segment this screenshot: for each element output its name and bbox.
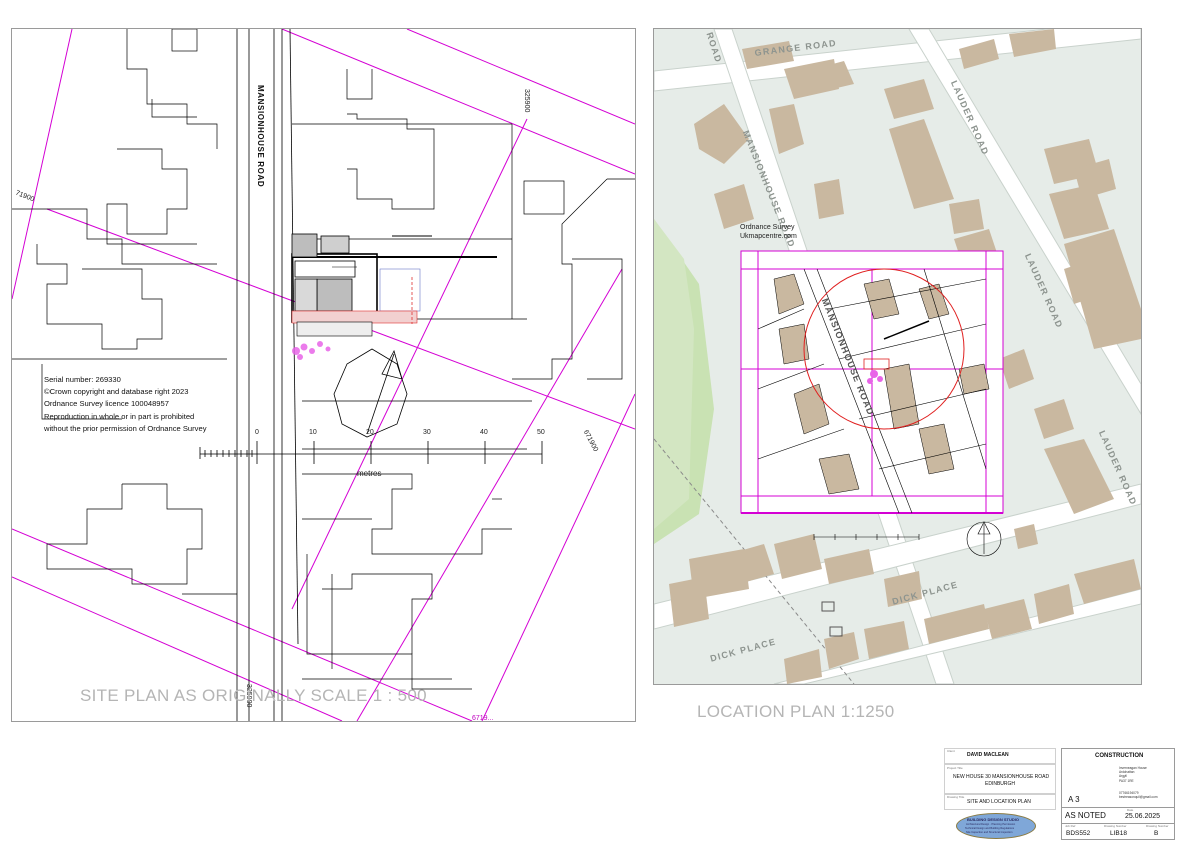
- drawing-caption: Drawing Title: [947, 795, 965, 799]
- company-logo: BUILDING DESIGN STUDIO Architectural Des…: [956, 813, 1036, 839]
- company-contact: 07766194079 bestreasonquil@gmail.com: [1119, 791, 1158, 799]
- reference-box: Job Ref BDS552 Drawing Number LIB18 Draw…: [1061, 823, 1175, 840]
- drawing-title: SITE AND LOCATION PLAN: [967, 799, 1031, 805]
- client-caption: Client: [947, 749, 955, 753]
- project-caption: Project Title: [947, 766, 963, 770]
- site-plan-panel: MANSIONHOUSE ROAD 71900 325900 671900 32…: [11, 28, 636, 722]
- job-caption: Job Ref: [1065, 824, 1076, 828]
- os-copyright-note: Serial number: 269330 ©Crown copyright a…: [44, 374, 207, 435]
- project-line-2: EDINBURGH: [985, 781, 1016, 787]
- scale-unit: metres: [357, 469, 382, 478]
- inset-site-map: [740, 250, 1004, 514]
- client-name: DAVID MACLEAN: [967, 752, 1009, 758]
- map-credit-line-1: Ordnance Survey: [740, 224, 795, 231]
- scale-bar: [199, 441, 543, 464]
- address-line-4: PA37 1RE: [1119, 778, 1134, 783]
- location-plan-panel: GRANGE ROAD ROAD LAUDER ROAD LAUDER ROAD…: [653, 28, 1142, 685]
- logo-line-4: Site Inspection and Structural Inspectio…: [966, 831, 1013, 834]
- map-credit: Ordnance Survey Ukmapcentre.com: [740, 223, 797, 241]
- scale-tick-50: 50: [537, 429, 545, 436]
- location-plan-caption: LOCATION PLAN 1:1250: [697, 702, 895, 721]
- scale-tick-0: 0: [255, 429, 259, 436]
- level-crossing-symbols: [821, 601, 843, 637]
- scale-tick-30: 30: [423, 429, 431, 436]
- crown-copyright: ©Crown copyright and database right 2023: [44, 387, 189, 397]
- drawing-date: 25.06.2025: [1125, 813, 1161, 820]
- scale-date-box: AS NOTED Date 25.06.2025: [1061, 807, 1175, 824]
- serial-number: Serial number: 269330: [44, 375, 121, 384]
- os-licence: Ordnance Survey licence 100048957: [44, 399, 169, 409]
- logo-line-2: Architectural Design · Planning Permissi…: [966, 823, 1016, 826]
- revision: B: [1154, 830, 1159, 837]
- scale-tick-10: 10: [309, 429, 317, 436]
- road-edges: [236, 29, 299, 721]
- location-plan-map: [654, 29, 1141, 684]
- status-box: CONSTRUCTION Inverneagan House Ardchatta…: [1061, 748, 1175, 808]
- grid-label-bottom-right: 6719...: [472, 715, 494, 722]
- logo-line-1: BUILDING DESIGN STUDIO: [967, 817, 1020, 822]
- job-number: BDS552: [1066, 830, 1091, 837]
- permission-note: without the prior permission of Ordnance…: [44, 423, 207, 433]
- road-label-mansionhouse: MANSIONHOUSE ROAD: [256, 85, 265, 188]
- drawing-title-box: Drawing Title SITE AND LOCATION PLAN: [944, 794, 1056, 810]
- scale-tick-40: 40: [480, 429, 488, 436]
- building-outlines: [12, 29, 635, 690]
- date-caption: Date: [1127, 808, 1134, 812]
- grid-label-top: 325900: [523, 89, 530, 113]
- paper-size: A 3: [1068, 795, 1080, 804]
- reproduction-note: Reproduction in whole or in part is proh…: [44, 411, 195, 421]
- company-address: Inverneagan House Ardchattan Argyll PA37…: [1119, 766, 1147, 783]
- project-box: Project Title NEW HOUSE 30 MANSIONHOUSE …: [944, 764, 1056, 794]
- logo-line-3: Technical Design and Building Regulation…: [965, 827, 1015, 830]
- scale-tick-20: 20: [366, 429, 374, 436]
- revision-caption: Drawing Number: [1146, 824, 1169, 828]
- tree-canopy: [292, 341, 331, 360]
- email-address: bestreasonquil@gmail.com: [1119, 795, 1158, 800]
- client-box: Client DAVID MACLEAN: [944, 748, 1056, 764]
- site-plan-caption: SITE PLAN AS ORIGINALLY SCALE 1 : 500: [80, 686, 427, 705]
- project-line-1: NEW HOUSE 30 MANSIONHOUSE ROAD: [953, 774, 1050, 780]
- drawing-number: LIB18: [1110, 830, 1127, 837]
- map-credit-line-2: Ukmapcentre.com: [740, 233, 797, 240]
- drawing-number-caption: Drawing Number: [1104, 824, 1127, 828]
- drawing-scale: AS NOTED: [1065, 811, 1106, 820]
- site-boundary: [291, 233, 497, 337]
- status-label: CONSTRUCTION: [1095, 753, 1144, 759]
